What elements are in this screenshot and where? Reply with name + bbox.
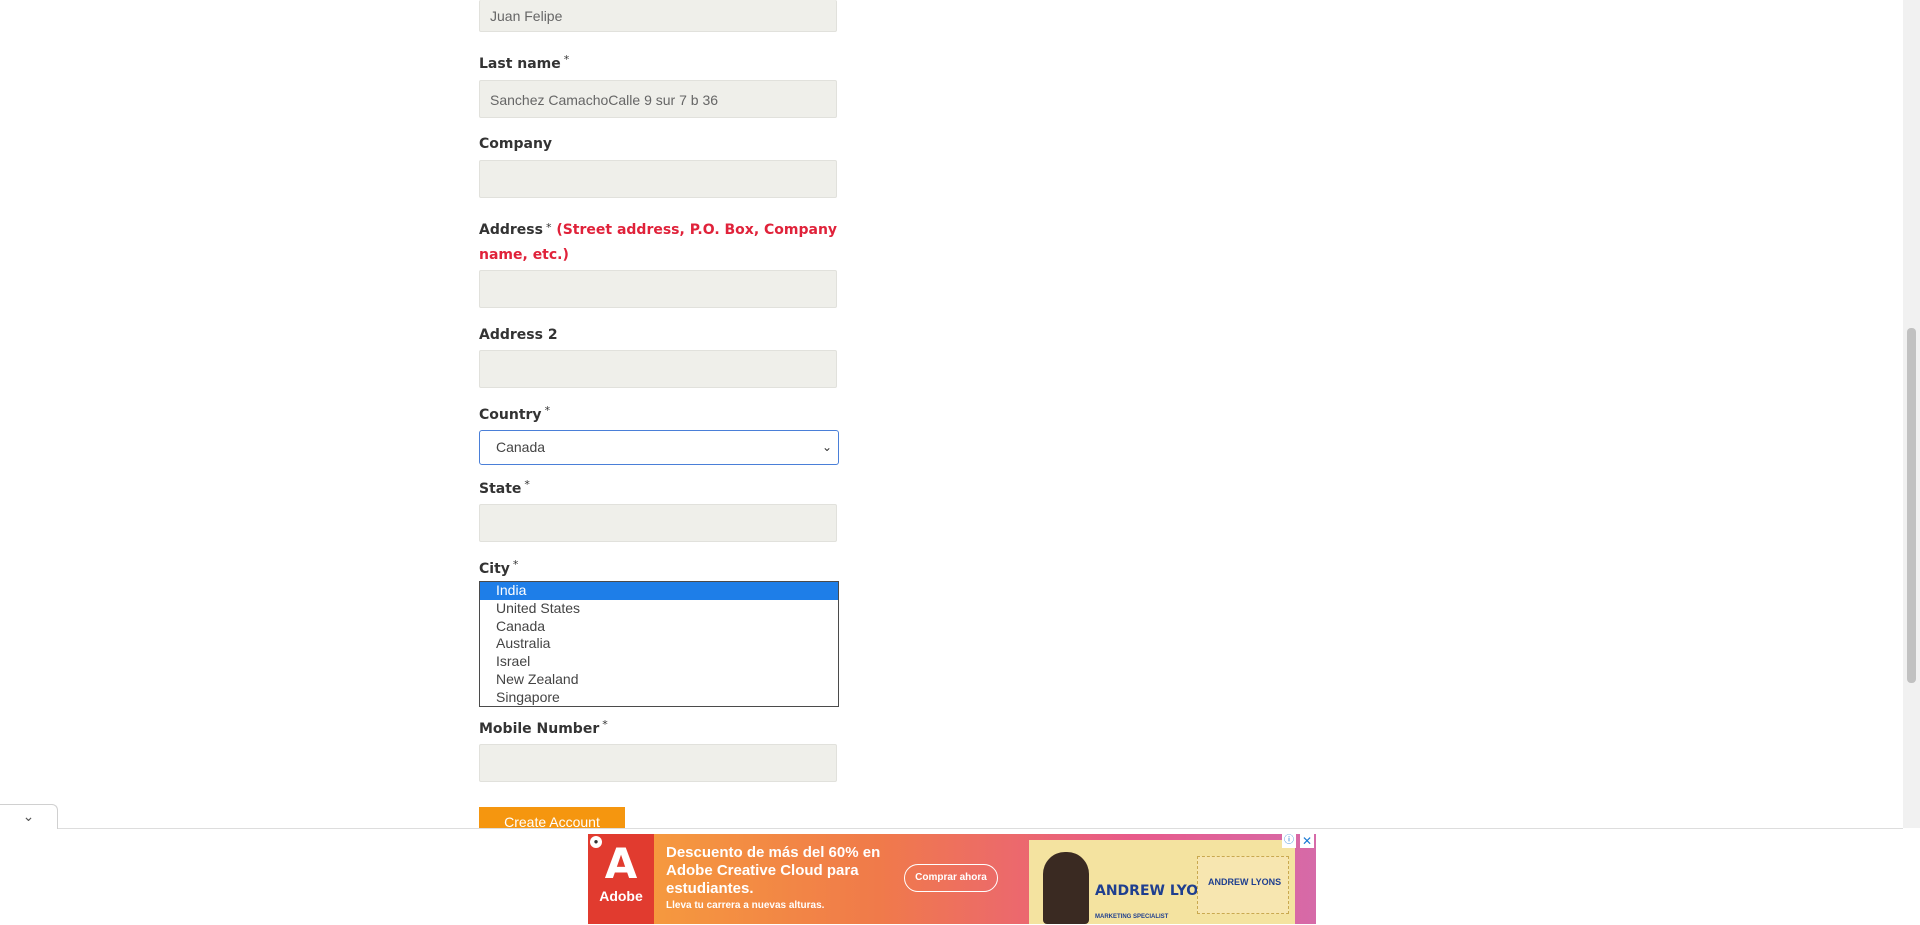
city-label: City *: [479, 558, 519, 577]
city-option[interactable]: India: [480, 582, 838, 600]
close-icon[interactable]: ✕: [1300, 834, 1314, 848]
address-label: Address * (Street address, P.O. Box, Comp…: [479, 221, 838, 263]
required-marker: *: [524, 478, 530, 491]
company-label: Company: [479, 136, 553, 152]
ad-cta-button[interactable]: Comprar ahora: [904, 864, 998, 892]
address-input[interactable]: [479, 270, 837, 308]
mobile-label: Mobile Number *: [479, 718, 608, 737]
person-image: [1043, 852, 1089, 924]
city-option[interactable]: Canada: [480, 618, 838, 636]
required-marker: *: [544, 404, 551, 417]
city-option[interactable]: Israel: [480, 653, 838, 671]
country-selected-value: Canada: [496, 439, 546, 455]
page-scrollbar[interactable]: [1903, 0, 1920, 828]
ad-privacy-icon[interactable]: ●: [590, 836, 602, 848]
required-marker: *: [512, 558, 519, 571]
address2-input[interactable]: [479, 350, 837, 388]
ad-headline: Descuento de más del 60% en Adobe Creati…: [666, 844, 881, 897]
country-select[interactable]: Canada ⌄: [479, 430, 839, 465]
required-marker: *: [602, 718, 608, 731]
city-option[interactable]: United States: [480, 600, 838, 618]
company-input[interactable]: [479, 160, 837, 198]
last-name-label: Last name *: [479, 53, 570, 72]
ad-person-role: MARKETING SPECIALIST: [1095, 914, 1169, 920]
ad-image: ANDREW LYONS MARKETING SPECIALIST ANDREW…: [1029, 840, 1295, 924]
last-name-input[interactable]: Sanchez CamachoCalle 9 sur 7 b 36: [479, 80, 837, 118]
ad-banner[interactable]: A Adobe ● Descuento de más del 60% en Ad…: [588, 834, 1316, 924]
state-label: State *: [479, 478, 530, 497]
collapse-ad-button[interactable]: ⌄: [0, 804, 58, 829]
state-input[interactable]: [479, 504, 837, 542]
ad-name-card: ANDREW LYONS: [1197, 856, 1289, 914]
city-dropdown-list[interactable]: India United States Canada Australia Isr…: [479, 581, 839, 707]
mobile-input[interactable]: [479, 744, 837, 782]
city-option[interactable]: Australia: [480, 635, 838, 653]
chevron-down-icon: ⌄: [22, 808, 35, 824]
scrollbar-thumb[interactable]: [1907, 328, 1916, 683]
country-label: Country *: [479, 404, 551, 423]
city-option[interactable]: Singapore: [480, 689, 838, 707]
ad-card-name: ANDREW LYONS: [1208, 877, 1282, 887]
first-name-input[interactable]: Juan Felipe: [479, 0, 837, 32]
ad-subline: Lleva tu carrera a nuevas alturas.: [666, 900, 825, 911]
info-icon[interactable]: ⓘ: [1282, 834, 1296, 848]
address2-label: Address 2: [479, 327, 558, 343]
required-marker: *: [545, 221, 552, 234]
required-marker: *: [563, 53, 570, 66]
chevron-down-icon: ⌄: [821, 440, 832, 454]
city-option[interactable]: New Zealand: [480, 671, 838, 689]
